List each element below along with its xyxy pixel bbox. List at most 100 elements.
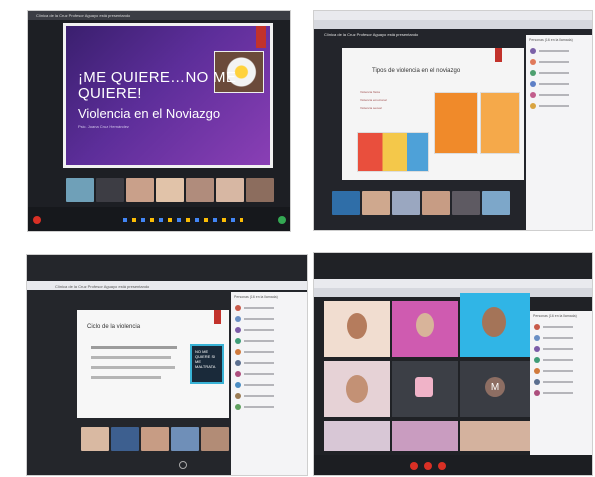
participant-row[interactable] (530, 387, 592, 398)
participant-tile: M (460, 361, 530, 417)
participant-row[interactable] (530, 376, 592, 387)
participants-header: Personas (16 en la llamada) (529, 38, 573, 42)
mic-off-icon[interactable] (33, 216, 41, 224)
participant-row[interactable] (526, 45, 592, 56)
participant-tile (392, 361, 458, 417)
participant-row[interactable] (526, 78, 592, 89)
participant-row[interactable] (530, 354, 592, 365)
participant-row[interactable] (526, 56, 592, 67)
participant-row[interactable] (231, 302, 307, 313)
title-slide: ¡ME QUIERE…NO ME QUIERE! Violencia en el… (63, 23, 273, 168)
cartoon-poster (434, 92, 478, 154)
participant-tile (216, 178, 244, 202)
bullet-item: Violencia sexual (360, 106, 382, 110)
taskbar-icons (123, 218, 243, 222)
participant-tile (324, 361, 390, 417)
participant-row[interactable] (530, 321, 592, 332)
participants-panel: Personas (16 en la llamada) (526, 35, 592, 230)
participant-tile (362, 191, 390, 215)
participant-tile (156, 178, 184, 202)
participants-panel: Personas (16 en la llamada) (231, 292, 307, 475)
bullet-list: Violencia física Violencia emocional Vio… (360, 90, 387, 114)
text-line (91, 376, 161, 379)
participant-row[interactable] (231, 401, 307, 412)
participant-strip (81, 427, 229, 451)
participant-tile (452, 191, 480, 215)
participant-tile (392, 301, 458, 357)
participants-header: Personas (16 en la llamada) (533, 314, 577, 318)
face (346, 375, 368, 403)
slide-subtitle: Violencia en el Noviazgo (78, 106, 221, 121)
bullet-item: Violencia emocional (360, 98, 387, 102)
content-slide: Ciclo de la violencia NO ME QUIERE SI ME… (77, 310, 229, 418)
participant-row[interactable] (231, 346, 307, 357)
text-line (91, 346, 177, 349)
cartoon-strip (357, 132, 429, 172)
participant-tile (460, 293, 530, 357)
mic-off-icon[interactable] (410, 462, 418, 470)
slide-corner-accent (214, 310, 221, 324)
slide-title: Tipos de violencia en el noviazgo (372, 68, 461, 74)
participant-strip (66, 178, 274, 202)
participant-row[interactable] (231, 313, 307, 324)
text-line (91, 366, 175, 369)
meet-toolbar (28, 207, 290, 231)
address-bar (314, 20, 592, 29)
bullet-item: Violencia física (360, 90, 380, 94)
participant-row[interactable] (530, 343, 592, 354)
content-slide: Tipos de violencia en el noviazgo Violen… (342, 48, 524, 180)
participant-tile (482, 191, 510, 215)
participant-tile (201, 427, 229, 451)
face (415, 377, 433, 397)
cartoon-poster (480, 92, 520, 154)
photo-violence-types-slide: Clínica de la Cruz Profesor Aguayo está … (313, 10, 593, 231)
slide-title: Ciclo de la violencia (87, 324, 141, 330)
slide-corner-accent (256, 26, 266, 48)
participant-row[interactable] (231, 357, 307, 368)
participant-row[interactable] (526, 89, 592, 100)
participant-row[interactable] (231, 379, 307, 390)
participant-tile (66, 178, 94, 202)
hp-logo-icon (179, 461, 187, 469)
participant-tile (422, 191, 450, 215)
photo-violence-cycle-slide: Clínica de la Cruz Profesor Aguayo está … (26, 254, 308, 476)
face (482, 307, 506, 337)
campaign-poster: NO ME QUIERE SI ME MALTRATA (190, 344, 224, 384)
address-bar (314, 288, 592, 297)
participant-row[interactable] (231, 390, 307, 401)
participant-tile (141, 427, 169, 451)
participant-tile (246, 178, 274, 202)
browser-bar (314, 279, 592, 288)
participant-tile (332, 191, 360, 215)
participant-tile (324, 421, 390, 451)
avatar: M (485, 377, 505, 397)
slide-author: Psic. Joana Cruz Hernández (78, 124, 129, 129)
camera-off-icon[interactable] (424, 462, 432, 470)
participant-row[interactable] (530, 332, 592, 343)
participant-tile (460, 421, 530, 451)
photo-title-slide: Clínica de la Cruz Profesor Aguayo está … (27, 10, 291, 232)
participant-row[interactable] (231, 368, 307, 379)
participant-row[interactable] (530, 365, 592, 376)
participant-row[interactable] (526, 100, 592, 111)
participant-strip (332, 191, 510, 215)
participant-tile (171, 427, 199, 451)
presenter-banner: Clínica de la Cruz Profesor Aguayo está … (55, 284, 150, 289)
participant-tile (96, 178, 124, 202)
participant-row[interactable] (231, 324, 307, 335)
meet-toolbar (314, 455, 592, 475)
participant-row[interactable] (526, 67, 592, 78)
presenter-banner: Clínica de la Cruz Profesor Aguayo está … (36, 13, 131, 18)
participant-tile (392, 191, 420, 215)
poster-text: NO ME QUIERE SI ME MALTRATA (195, 349, 216, 369)
slide-corner-accent (495, 48, 502, 62)
participant-tile (126, 178, 154, 202)
text-line (91, 356, 171, 359)
presenter-banner: Clínica de la Cruz Profesor Aguayo está … (324, 32, 419, 37)
participant-row[interactable] (231, 335, 307, 346)
participants-header: Personas (16 en la llamada) (234, 295, 278, 299)
participant-tile (81, 427, 109, 451)
end-call-icon[interactable] (438, 462, 446, 470)
participant-tile (111, 427, 139, 451)
present-icon[interactable] (278, 216, 286, 224)
